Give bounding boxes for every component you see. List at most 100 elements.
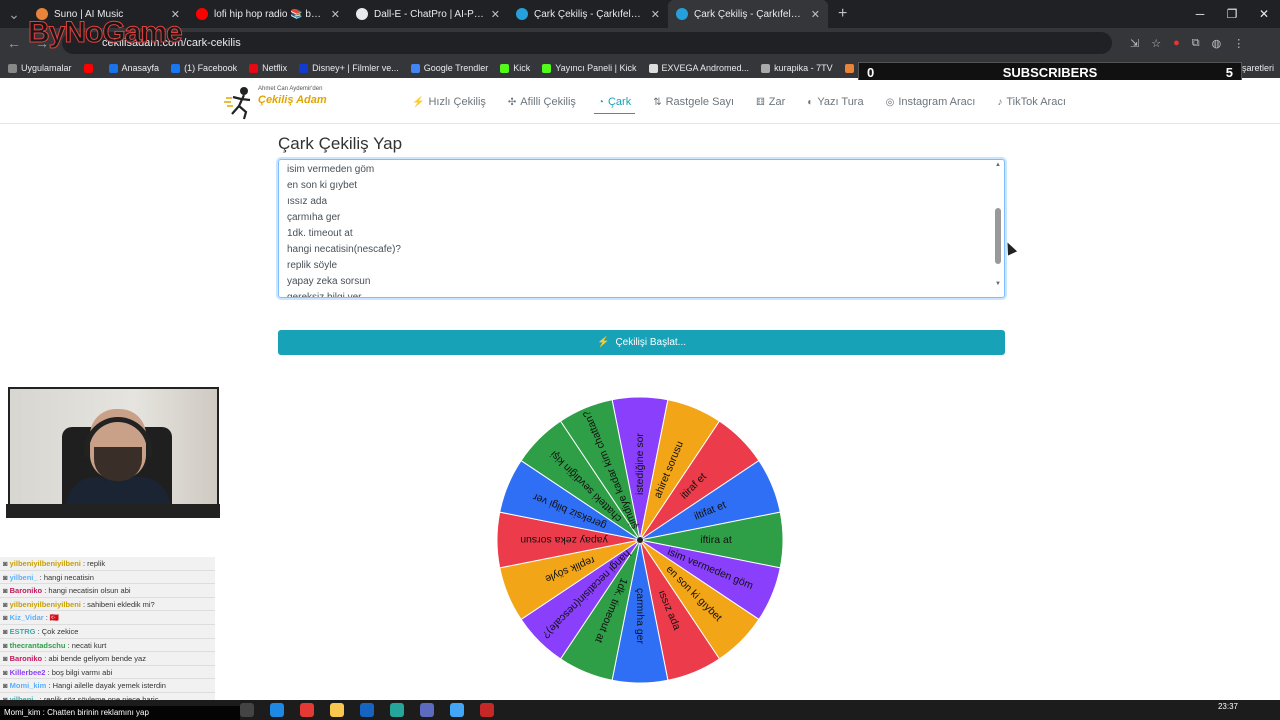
extension-icon[interactable]: ● [1173, 37, 1180, 50]
taskbar-folder-icon[interactable] [330, 703, 344, 717]
taskbar-app-icon[interactable] [450, 703, 464, 717]
bookmark-item[interactable]: Uygulamalar [8, 63, 72, 73]
restore-icon[interactable]: ❐ [1216, 0, 1248, 28]
wheel-slice-label: istediğine sor [634, 433, 646, 495]
chat-text: : hangi necatisin [39, 572, 94, 582]
menu-icon[interactable]: ⋮ [1233, 37, 1244, 50]
chat-text: : hangi necatisin olsun abi [44, 586, 131, 596]
entry-line: yapay zeka sorsun [287, 276, 371, 287]
start-draw-button[interactable]: ⚡ Çekilişi Başlat... [278, 330, 1005, 355]
textarea-scrollbar[interactable]: ▲ ▼ [994, 162, 1002, 295]
bookmark-item[interactable]: EXVEGA Andromed... [648, 63, 749, 73]
taskbar-app-icon[interactable] [480, 703, 494, 717]
puzzle-icon[interactable]: ⧉ [1192, 37, 1200, 50]
bookmark-favicon-icon [844, 63, 854, 73]
tab-title: Çark Çekiliş - Çarkıfelek - Hızlı [534, 8, 645, 20]
scroll-down-icon[interactable]: ▼ [994, 281, 1002, 287]
tab-close-icon[interactable]: ✕ [651, 8, 660, 21]
nav-item-label: Afilli Çekiliş [520, 96, 576, 108]
browser-tab[interactable]: lofi hip hop radio 📚 beats ✕ [188, 0, 348, 28]
bookmark-item[interactable]: kurapika - 7TV [761, 63, 833, 73]
nav-item[interactable]: ⚡ Hızlı Çekiliş [412, 80, 486, 124]
chat-message: ◙ ESTRG : Çok zekice [0, 625, 215, 639]
bookmark-label: kurapika - 7TV [774, 63, 833, 73]
bookmark-label: Uygulamalar [21, 63, 72, 73]
back-icon[interactable]: ← [0, 35, 28, 51]
url-input[interactable]: cekilisadam.com/cark-cekilis [62, 32, 1112, 54]
nav-item[interactable]: ◐ Yazı Tura [807, 80, 863, 124]
nav-item-icon: ◐ [807, 96, 814, 108]
browser-tab[interactable]: Çark Çekiliş - Çarkıfelek - Hızlı ✕ [668, 0, 828, 28]
chat-username: ESTRG [9, 626, 36, 636]
lightning-icon: ⚡ [596, 337, 610, 348]
chat-username: Killerbee2 [9, 667, 46, 677]
webcam-frame-bottom [6, 504, 220, 518]
runner-logo-icon [224, 87, 251, 120]
nav-item[interactable]: ◎ Instagram Aracı [886, 80, 976, 124]
bookmark-item[interactable]: Disney+ | Filmler ve... [299, 63, 399, 73]
brand-name: Çekiliş Adam [258, 94, 327, 106]
tab-title: lofi hip hop radio 📚 beats [214, 8, 325, 20]
subscribers-overlay: 0 SUBSCRIBERS 5 [858, 62, 1242, 82]
nav-item[interactable]: ✣ Afilli Çekiliş [508, 80, 576, 124]
entry-line: isim vermeden göm [287, 164, 375, 175]
taskbar-clock[interactable]: 23:37 [1218, 702, 1238, 711]
bookmark-favicon-icon [108, 63, 118, 73]
scroll-thumb[interactable] [995, 208, 1001, 264]
bookmark-favicon-icon [500, 63, 510, 73]
profile-icon[interactable]: ◍ [1212, 37, 1222, 50]
new-tab-button[interactable]: + [828, 5, 857, 23]
nav-item[interactable]: ⇅ Rastgele Sayı [653, 80, 734, 124]
bookmark-label: Kick [513, 63, 531, 73]
subscribers-right-count: 5 [1225, 64, 1233, 80]
tab-close-icon[interactable]: ✕ [811, 8, 820, 21]
prize-wheel[interactable]: istediğine sor ahiret sorusuitiraf etilti… [470, 368, 810, 698]
bookmark-item[interactable]: Netflix [249, 63, 287, 73]
bookmark-item[interactable]: Yayıncı Paneli | Kick [542, 63, 637, 73]
nav-item-label: Rastgele Sayı [665, 96, 735, 108]
bookmark-favicon-icon [542, 63, 552, 73]
browser-tab-bar: ⌄ Suno | AI Music ✕ lofi hip hop radio 📚… [0, 0, 1280, 28]
bookmark-item[interactable]: Anasayfa [108, 63, 159, 73]
tab-close-icon[interactable]: ✕ [331, 8, 340, 21]
bookmark-item[interactable] [83, 63, 97, 73]
bookmark-item[interactable]: Google Trendler [410, 63, 488, 73]
chat-text: : abi bende geliyom bende yaz [44, 654, 146, 664]
nav-item[interactable]: ♪ TikTok Aracı [997, 80, 1066, 124]
taskbar-app-icon[interactable] [420, 703, 434, 717]
taskbar-app-icon[interactable] [390, 703, 404, 717]
chat-badge-icon: ◙ [3, 654, 10, 664]
chat-badge-icon: ◙ [3, 586, 10, 596]
chat-badge-icon: ◙ [3, 626, 10, 636]
nav-item[interactable]: ◔ Çark [593, 80, 636, 124]
taskbar-edge-icon[interactable] [270, 703, 284, 717]
tab-favicon-icon [196, 8, 208, 20]
taskbar-search-icon[interactable] [240, 703, 254, 717]
chat-username: yilbeni_ [9, 572, 38, 582]
chat-badge-icon: ◙ [3, 640, 10, 650]
chat-message: ◙ Momi_kim : Hangi ailelle dayak yemek i… [0, 679, 215, 693]
taskbar-store-icon[interactable] [360, 703, 374, 717]
entries-textarea[interactable]: isim vermeden göm en son ki gıybet ıssız a… [278, 159, 1005, 298]
site-navbar: Ahmet Can Aydemir'den Çekiliş Adam ⚡ Hızl… [0, 80, 1280, 124]
browser-tab[interactable]: Çark Çekiliş - Çarkıfelek - Hızlı ✕ [508, 0, 668, 28]
tab-close-icon[interactable]: ✕ [491, 8, 500, 21]
bookmark-star-icon[interactable]: ☆ [1151, 37, 1161, 50]
chat-username: yilbeniyilbeniyilbeni [9, 599, 81, 609]
minimize-icon[interactable]: ─ [1184, 0, 1216, 28]
install-icon[interactable]: ⇲ [1130, 37, 1139, 50]
site-logo[interactable]: Ahmet Can Aydemir'den Çekiliş Adam [224, 84, 334, 120]
chat-badge-icon: ◙ [3, 667, 10, 677]
entry-line: gereksiz bilgi ver [287, 292, 362, 298]
tab-search-icon[interactable]: ⌄ [0, 6, 28, 23]
taskbar-chrome-icon[interactable] [300, 703, 314, 717]
tab-favicon-icon [676, 8, 688, 20]
bookmark-item[interactable]: Kick [500, 63, 530, 73]
chat-username: Momi_kim [9, 681, 47, 691]
browser-tab[interactable]: Dall-E - ChatPro | AI-PRO ✕ [348, 0, 508, 28]
close-icon[interactable]: ✕ [1248, 0, 1280, 28]
scroll-up-icon[interactable]: ▲ [994, 162, 1002, 168]
nav-item[interactable]: ⚅ Zar [756, 80, 785, 124]
bookmark-favicon-icon [171, 63, 181, 73]
bookmark-item[interactable]: (1) Facebook [171, 63, 237, 73]
